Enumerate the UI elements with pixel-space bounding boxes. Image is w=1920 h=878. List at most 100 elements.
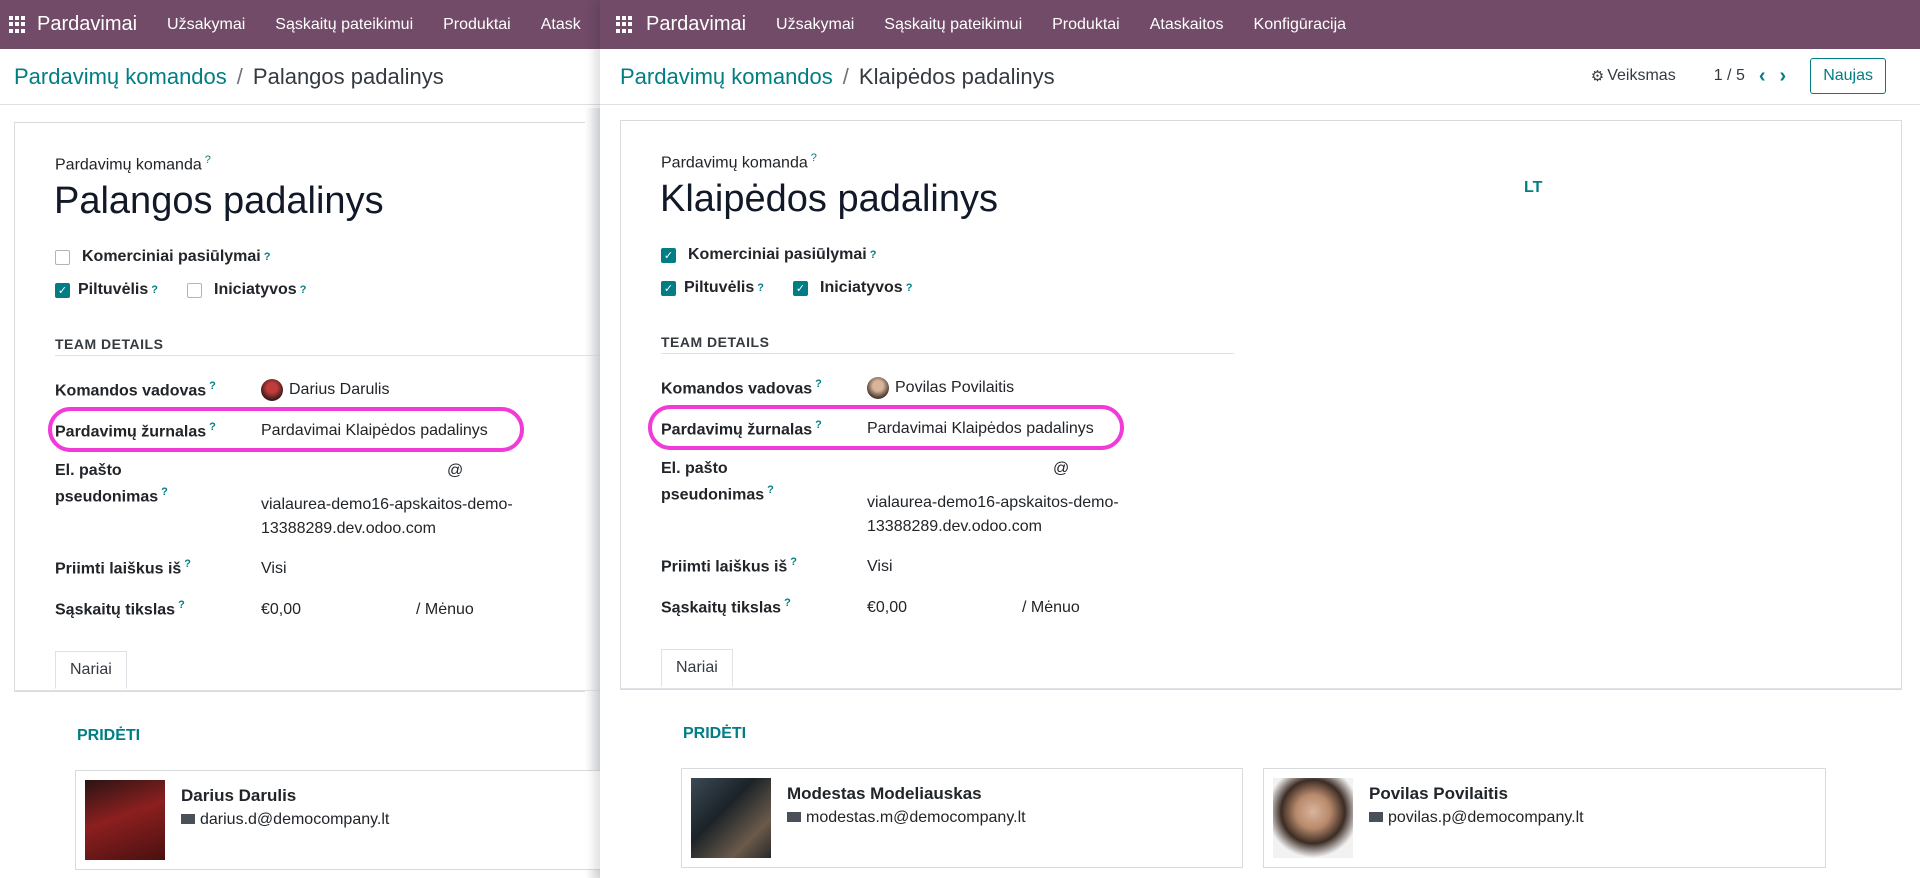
leader-field[interactable]: Povilas Povilaitis [867, 377, 1014, 399]
help-icon[interactable]: ? [161, 486, 168, 498]
target-field[interactable]: €0,00 [261, 601, 301, 619]
envelope-icon [1369, 811, 1383, 822]
checkbox-icon[interactable] [55, 249, 70, 265]
menu-reports[interactable]: Ataskaitos [1150, 16, 1224, 34]
menu-invoicing[interactable]: Sąskaitų pateikimui [884, 16, 1022, 34]
member-card[interactable]: Povilas Povilaitis povilas.p@democompany… [1263, 768, 1826, 868]
member-name: Modestas Modeliauskas [787, 784, 982, 803]
section-divider [661, 353, 1234, 354]
member-photo [85, 780, 165, 860]
member-email: modestas.m@democompany.lt [787, 809, 1026, 827]
help-icon[interactable]: ? [151, 284, 158, 296]
menu-products[interactable]: Produktai [443, 16, 511, 34]
checkbox-quotations[interactable]: Komerciniai pasiūlymai? [55, 248, 270, 266]
pager-previous-icon[interactable]: ‹ [1759, 65, 1766, 88]
alias-label-line2: pseudonimas? [55, 486, 168, 506]
apps-grid-icon[interactable] [9, 15, 25, 34]
window-edge-shadow [585, 108, 600, 878]
help-icon[interactable]: ? [205, 154, 211, 166]
app-brand[interactable]: Pardavimai [37, 13, 137, 36]
menu-configuration[interactable]: Konfigūracija [1254, 16, 1347, 34]
help-icon[interactable]: ? [815, 419, 822, 431]
leader-field[interactable]: Darius Darulis [261, 379, 389, 401]
member-card[interactable]: Darius Darulis darius.d@democompany.lt [75, 770, 600, 870]
checkbox-icon[interactable] [187, 282, 202, 298]
checkbox-pipeline[interactable]: ✓ Piltuvėlis? [661, 279, 764, 297]
target-label: Sąskaitų tikslas? [661, 597, 791, 617]
envelope-icon [181, 813, 195, 824]
checkbox-checked-icon[interactable]: ✓ [55, 282, 70, 298]
help-icon[interactable]: ? [264, 251, 271, 263]
accept-field[interactable]: Visi [867, 558, 893, 576]
team-name[interactable]: Palangos padalinys [54, 180, 384, 223]
app-brand[interactable]: Pardavimai [646, 13, 746, 36]
help-icon[interactable]: ? [767, 484, 774, 496]
menu-orders[interactable]: Užsakymai [167, 16, 245, 34]
new-button[interactable]: Naujas [1810, 58, 1886, 94]
checkbox-checked-icon[interactable]: ✓ [793, 280, 808, 296]
checkbox-checked-icon[interactable]: ✓ [661, 247, 676, 263]
team-label: Pardavimų komanda? [55, 154, 211, 174]
envelope-icon [787, 811, 801, 822]
section-title: TEAM DETAILS [661, 334, 770, 350]
help-icon[interactable]: ? [815, 378, 822, 390]
help-icon[interactable]: ? [184, 558, 191, 570]
help-icon[interactable]: ? [178, 599, 185, 611]
journal-field[interactable]: Pardavimai Klaipėdos padalinys [867, 420, 1094, 438]
journal-field[interactable]: Pardavimai Klaipėdos padalinys [261, 422, 488, 440]
control-panel: Pardavimų komandos / Palangos padalinys [0, 49, 600, 105]
member-email: povilas.p@democompany.lt [1369, 809, 1584, 827]
help-icon[interactable]: ? [300, 284, 307, 296]
pager-value[interactable]: 1 / 5 [1714, 67, 1745, 85]
left-window: Pardavimai Užsakymai Sąskaitų pateikimui… [0, 0, 600, 878]
team-name[interactable]: Klaipėdos padalinys [660, 178, 998, 221]
journal-label: Pardavimų žurnalas? [55, 421, 216, 441]
alias-domain: vialaurea-demo16-apskaitos-demo- [867, 494, 1119, 511]
help-icon[interactable]: ? [209, 380, 216, 392]
gear-icon: ⚙ [1590, 68, 1605, 85]
help-icon[interactable]: ? [757, 282, 764, 294]
checkbox-pipeline[interactable]: ✓ Piltuvėlis? [55, 281, 158, 299]
checkbox-leads[interactable]: Iniciatyvos? [187, 281, 306, 299]
help-icon[interactable]: ? [784, 597, 791, 609]
language-switch[interactable]: LT [1524, 179, 1542, 197]
top-navbar: Pardavimai Užsakymai Sąskaitų pateikimui… [0, 0, 600, 49]
accept-field[interactable]: Visi [261, 560, 287, 578]
action-menu[interactable]: ⚙ Veiksmas [1591, 67, 1676, 85]
help-icon[interactable]: ? [209, 421, 216, 433]
help-icon[interactable]: ? [906, 282, 913, 294]
pager-next-icon[interactable]: › [1780, 65, 1787, 88]
checkbox-quotations[interactable]: ✓ Komerciniai pasiūlymai? [661, 246, 876, 264]
section-divider [55, 355, 600, 356]
alias-domain: vialaurea-demo16-apskaitos-demo- [261, 496, 513, 513]
breadcrumb-separator: / [236, 63, 243, 89]
breadcrumb-parent[interactable]: Pardavimų komandos [620, 64, 833, 90]
notebook-line [14, 690, 600, 691]
breadcrumb-current: Palangos padalinys [252, 63, 444, 89]
team-label: Pardavimų komanda? [661, 152, 817, 172]
add-member-button[interactable]: PRIDĖTI [683, 725, 746, 743]
alias-at: @ [1053, 460, 1070, 477]
member-photo [691, 778, 771, 858]
avatar [261, 379, 283, 401]
menu-orders[interactable]: Užsakymai [776, 16, 854, 34]
apps-grid-icon[interactable] [616, 15, 634, 34]
leader-label: Komandos vadovas? [55, 380, 216, 400]
breadcrumb-parent[interactable]: Pardavimų komandos [14, 64, 227, 90]
tab-members[interactable]: Nariai [661, 649, 733, 687]
help-icon[interactable]: ? [870, 249, 877, 261]
help-icon[interactable]: ? [790, 556, 797, 568]
member-card[interactable]: Modestas Modeliauskas modestas.m@democom… [681, 768, 1243, 868]
menu-reports[interactable]: Atask [541, 16, 581, 34]
menu-products[interactable]: Produktai [1052, 16, 1120, 34]
notebook-line [620, 688, 1902, 689]
menu-invoicing[interactable]: Sąskaitų pateikimui [275, 16, 413, 34]
member-email: darius.d@democompany.lt [181, 811, 389, 829]
alias-label-line2: pseudonimas? [661, 484, 774, 504]
add-member-button[interactable]: PRIDĖTI [77, 727, 140, 745]
checkbox-leads[interactable]: ✓ Iniciatyvos? [793, 279, 912, 297]
target-field[interactable]: €0,00 [867, 599, 907, 617]
checkbox-checked-icon[interactable]: ✓ [661, 280, 676, 296]
tab-members[interactable]: Nariai [55, 651, 127, 689]
help-icon[interactable]: ? [811, 152, 817, 164]
